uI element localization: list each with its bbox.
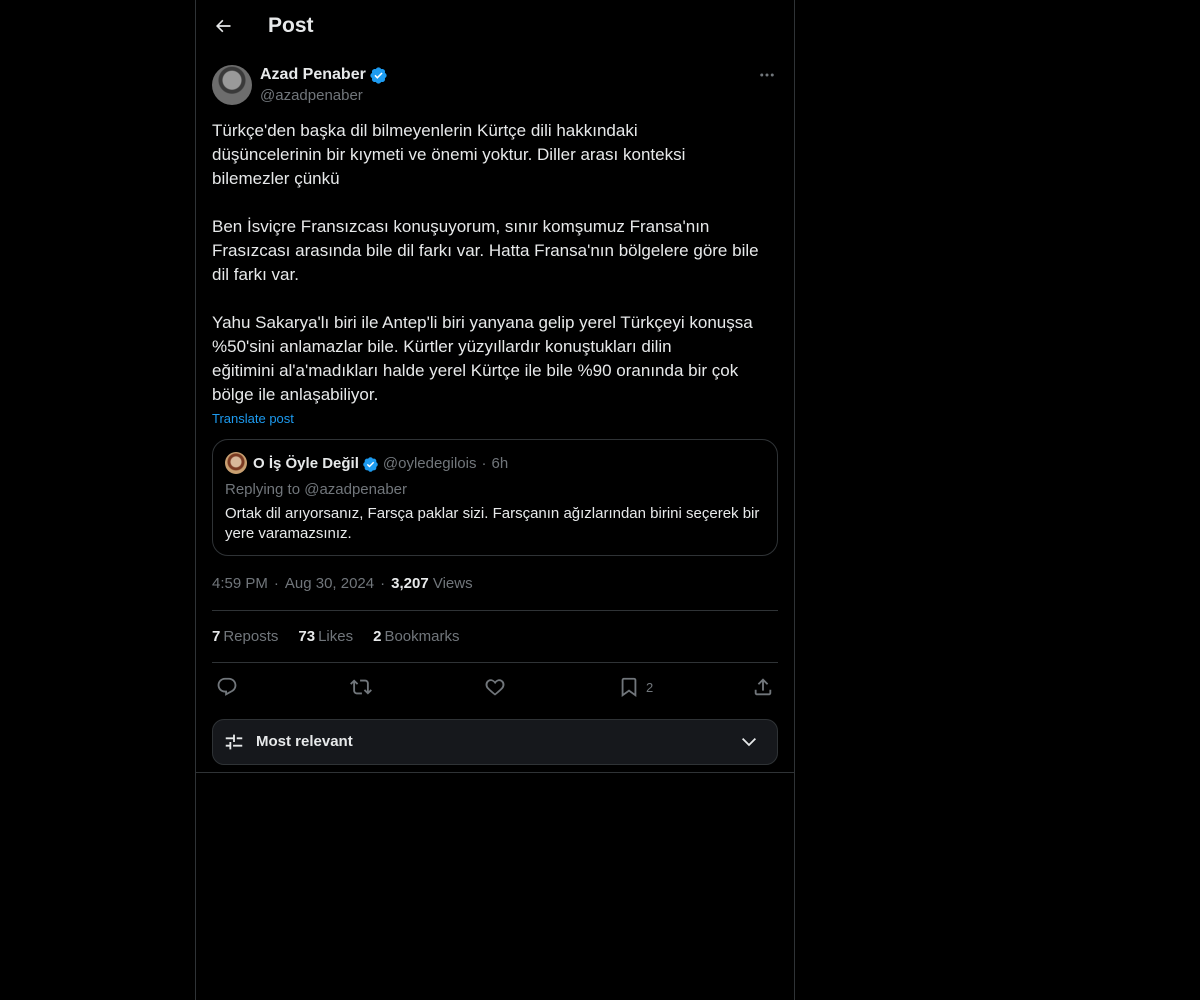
bookmark-count: 2 bbox=[646, 679, 654, 695]
reply-button[interactable] bbox=[216, 674, 238, 700]
quote-author-handle: @oyledegilois bbox=[382, 455, 477, 472]
repost-icon bbox=[350, 679, 372, 695]
quote-replying-to: Replying to @azadpenaber bbox=[225, 481, 408, 498]
quote-timestamp: 6h bbox=[491, 455, 509, 472]
meta-separator: · bbox=[380, 575, 386, 592]
post-paragraph: Türkçe'den başka dil bilmeyenlerin Kürtç… bbox=[212, 121, 686, 188]
divider bbox=[196, 772, 794, 773]
quote-header: O İş Öyle Değil @oyledegilois · 6h bbox=[253, 454, 508, 474]
sliders-icon bbox=[225, 734, 243, 750]
translate-post-link[interactable]: Translate post bbox=[212, 410, 294, 428]
page-header: Post bbox=[196, 0, 794, 54]
reposts-stat[interactable]: 7 Reposts bbox=[212, 627, 278, 647]
quoted-post[interactable]: O İş Öyle Değil @oyledegilois · 6h Reply… bbox=[212, 439, 778, 556]
chevron-down-icon bbox=[741, 737, 757, 747]
verified-badge-icon bbox=[363, 456, 378, 472]
reposts-label: Reposts bbox=[223, 628, 279, 645]
post-date[interactable]: Aug 30, 2024 bbox=[285, 575, 374, 592]
bookmark-icon bbox=[621, 677, 637, 698]
post-body: Türkçe'den başka dil bilmeyenlerin Kürtç… bbox=[212, 119, 778, 407]
page-title: Post bbox=[268, 14, 314, 37]
post-paragraph: Ben İsviçre Fransızcası konuşuyorum, sın… bbox=[212, 217, 759, 284]
like-icon bbox=[485, 679, 505, 696]
sort-label: Most relevant bbox=[256, 733, 353, 750]
quote-text: Ortak dil arıyorsanız, Farsça paklar siz… bbox=[225, 505, 760, 542]
timeline-column: Post Azad Penaber @azadpenaber Türkçe'de… bbox=[195, 0, 795, 1000]
author-handle[interactable]: @azadpenaber bbox=[260, 86, 363, 106]
more-horizontal-icon bbox=[760, 73, 774, 77]
post-stats: 7 Reposts 73 Likes 2 Bookmarks bbox=[212, 627, 459, 647]
share-icon bbox=[754, 678, 772, 696]
likes-count: 73 bbox=[298, 628, 316, 645]
post-time[interactable]: 4:59 PM bbox=[212, 575, 268, 592]
likes-label: Likes bbox=[318, 628, 354, 645]
views-count: 3,207 bbox=[391, 575, 429, 592]
share-button[interactable] bbox=[752, 674, 774, 700]
divider bbox=[212, 610, 778, 611]
reply-icon bbox=[217, 677, 237, 696]
arrow-left-icon bbox=[216, 19, 231, 33]
author-name: Azad Penaber bbox=[260, 66, 366, 83]
divider bbox=[212, 662, 778, 663]
action-bar: 2 bbox=[212, 674, 778, 700]
meta-separator: · bbox=[273, 575, 279, 592]
repost-button[interactable] bbox=[350, 674, 372, 700]
quote-avatar bbox=[225, 452, 247, 474]
bookmarks-stat[interactable]: 2 Bookmarks bbox=[373, 627, 459, 647]
views-label: Views bbox=[432, 575, 473, 592]
verified-badge-icon bbox=[370, 66, 387, 84]
reposts-count: 7 bbox=[212, 628, 221, 645]
post-author: Azad Penaber @azadpenaber bbox=[212, 65, 778, 105]
post-meta: 4:59 PM · Aug 30, 2024 · 3,207 Views bbox=[212, 574, 473, 594]
bookmarks-count: 2 bbox=[373, 628, 382, 645]
bookmarks-label: Bookmarks bbox=[384, 628, 460, 645]
quote-separator: · bbox=[481, 455, 487, 472]
likes-stat[interactable]: 73 Likes bbox=[298, 627, 353, 647]
like-button[interactable] bbox=[484, 674, 506, 700]
sort-replies-dropdown[interactable]: Most relevant bbox=[212, 719, 778, 765]
post-paragraph: Yahu Sakarya'lı biri ile Antep'li biri y… bbox=[212, 313, 753, 404]
back-button[interactable] bbox=[206, 9, 240, 43]
more-options-button[interactable] bbox=[756, 65, 778, 85]
author-name-link[interactable]: Azad Penaber bbox=[260, 65, 388, 85]
bookmark-button[interactable]: 2 bbox=[618, 674, 653, 700]
avatar[interactable] bbox=[212, 65, 252, 105]
quote-author-name: O İş Öyle Değil bbox=[253, 455, 359, 472]
